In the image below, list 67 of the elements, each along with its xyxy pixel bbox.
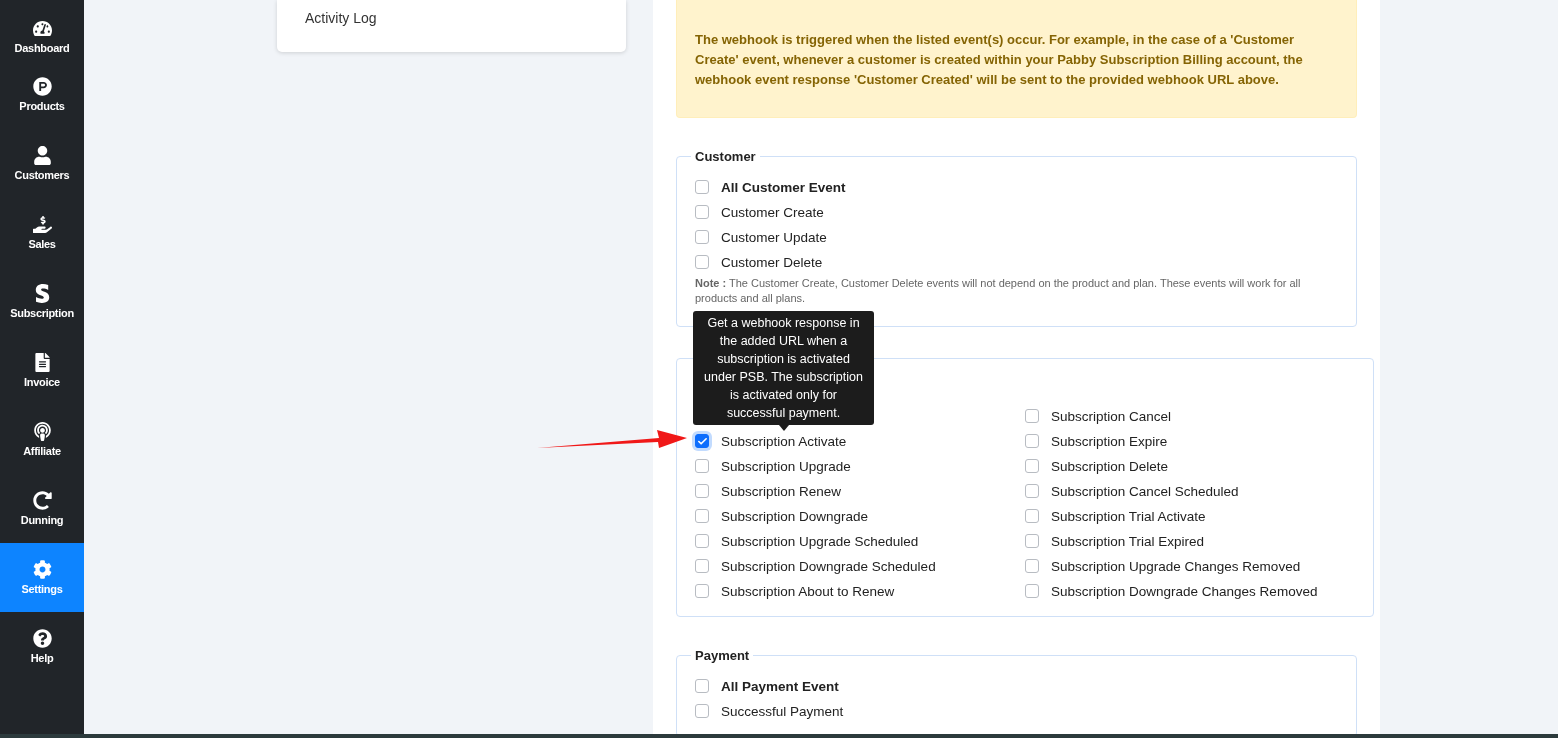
hand-dollar-icon <box>32 215 52 234</box>
checkbox-label: Subscription About to Renew <box>721 583 895 599</box>
help-icon <box>32 629 52 648</box>
checkbox[interactable] <box>1025 484 1039 498</box>
checkbox-label: Subscription Renew <box>721 483 842 499</box>
checkbox-label: Subscription Trial Expired <box>1051 533 1205 549</box>
tooltip-pointer-icon <box>778 425 789 431</box>
sidebar-item[interactable]: Dunning <box>0 474 84 543</box>
document-icon <box>32 353 52 372</box>
checkbox-label: Subscription Upgrade Changes Removed <box>1051 558 1301 574</box>
checkbox[interactable] <box>695 459 709 473</box>
checkbox[interactable] <box>1025 409 1039 423</box>
checkbox[interactable] <box>1025 459 1039 473</box>
checkbox-label: Subscription Cancel <box>1051 408 1172 424</box>
checkbox[interactable] <box>695 509 709 523</box>
checkbox[interactable] <box>695 230 709 244</box>
checkbox[interactable] <box>1025 509 1039 523</box>
checkbox[interactable] <box>695 704 709 718</box>
tooltip: Get a webhook response in the added URL when a subscription is activated under PSB. The subscription is activated only for successful payment. <box>693 311 874 425</box>
info-alert: The webhook is triggered when the listed event(s) occur. For example, in the case of a 'Customer Create' event, whenever a customer is created within your Pabby Subscription Billing account, the webhook event response 'Customer Created' will be sent to the provided webhook URL above. <box>676 0 1357 118</box>
sidebar-item[interactable]: Customers <box>0 129 84 198</box>
sidebar-item[interactable]: Dashboard <box>0 0 84 60</box>
sidebar-item[interactable]: Affiliate <box>0 405 84 474</box>
checkbox-label: Subscription Delete <box>1051 458 1169 474</box>
broadcast-icon <box>32 422 52 441</box>
checkbox-label: Customer Delete <box>721 254 823 270</box>
checkbox-label: Subscription Downgrade <box>721 508 869 524</box>
sidebar-item[interactable]: Sales <box>0 198 84 267</box>
checkbox[interactable] <box>695 255 709 269</box>
checkbox-label: Subscription Trial Activate <box>1051 508 1206 524</box>
checkbox-label: Subscription Cancel Scheduled <box>1051 483 1239 499</box>
checkbox-label: Subscription Expire <box>1051 433 1168 449</box>
checkbox[interactable] <box>695 559 709 573</box>
sidebar-item[interactable]: Subscription <box>0 267 84 336</box>
checkbox-label: All Customer Event <box>721 179 846 195</box>
checkbox[interactable] <box>695 205 709 219</box>
checkbox[interactable] <box>1025 434 1039 448</box>
group-title: Payment <box>694 648 751 663</box>
checkbox-label: Subscription Upgrade <box>721 458 851 474</box>
checkbox-label: Subscription Activate <box>721 433 847 449</box>
sidebar-item[interactable]: Products <box>0 60 84 129</box>
note-text: Note : The Customer Create, Customer Delete events will not depend on the product and plan. These events will work for all products and all plans. <box>695 276 1302 306</box>
checkbox[interactable] <box>695 180 709 194</box>
gauge-icon <box>32 19 52 38</box>
checkbox[interactable] <box>695 534 709 548</box>
checkbox-label: Subscription Upgrade Scheduled <box>721 533 919 549</box>
sidebar-item[interactable]: Help <box>0 612 84 681</box>
group-title: Customer <box>694 149 757 164</box>
sidebar-item[interactable]: Settings <box>0 543 84 612</box>
checkbox[interactable] <box>695 434 709 448</box>
checkbox[interactable] <box>1025 534 1039 548</box>
checkbox-label: Subscription Downgrade Changes Removed <box>1051 583 1318 599</box>
checkbox-label: Subscription Downgrade Scheduled <box>721 558 936 574</box>
menu-link[interactable]: Activity Log <box>305 10 598 26</box>
checkbox-label: Customer Create <box>721 204 824 220</box>
user-icon <box>32 146 52 165</box>
settings-icon <box>32 560 52 579</box>
checkbox[interactable] <box>1025 559 1039 573</box>
checkbox[interactable] <box>695 679 709 693</box>
checkbox[interactable] <box>695 584 709 598</box>
checkbox-label: Successful Payment <box>721 703 844 719</box>
checkbox[interactable] <box>695 484 709 498</box>
checkbox-label: Customer Update <box>721 229 827 245</box>
checkbox-label: All Payment Event <box>721 678 839 694</box>
checkbox[interactable] <box>1025 584 1039 598</box>
redo-icon <box>32 491 52 510</box>
sidebar-item[interactable]: Invoice <box>0 336 84 405</box>
